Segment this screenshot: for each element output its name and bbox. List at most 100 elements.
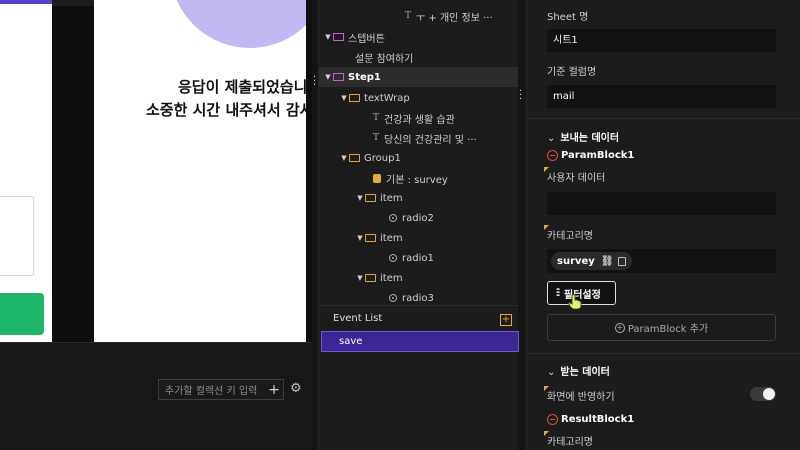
tree-item[interactable]: radio3 (319, 288, 518, 305)
base-column-label: 기준 컬럼명 (547, 67, 597, 78)
radio-icon (389, 294, 397, 302)
caret-down-icon[interactable]: ▼ (323, 73, 333, 81)
collection-key-placeholder: 추가할 컬렉션 키 입력 (165, 386, 258, 397)
tree-item-label: Step1 (348, 71, 381, 83)
tree-item[interactable]: ▼ Group1 (319, 148, 518, 168)
send-data-section[interactable]: ⌄ 보내는 데이터 (547, 129, 619, 144)
result-block[interactable]: ResultBlock1 (547, 414, 634, 425)
tree-item[interactable]: ▼ textWrap (319, 88, 518, 108)
param-block[interactable]: ParamBlock1 (547, 150, 634, 161)
toggle-knob (763, 388, 775, 400)
category-chip-label: survey (557, 255, 595, 267)
tree-item-label: 스텝버튼 (348, 33, 385, 45)
tree-item-selected[interactable]: ▼ Step1 (319, 67, 518, 87)
tree-item-label: radio3 (402, 292, 434, 304)
preview-submit-button[interactable] (0, 293, 44, 335)
preview-gap-bar (52, 0, 94, 6)
divider (527, 118, 800, 119)
tree-item-label: 기본 : survey (386, 174, 448, 186)
tree-item[interactable]: radio1 (319, 248, 518, 268)
text-icon: T (405, 11, 412, 21)
tree-item[interactable]: T 건강과 생활 습관 (319, 108, 518, 128)
folder-icon (349, 94, 360, 102)
hand-cursor-icon (568, 294, 582, 310)
category-field[interactable]: survey ⛓ (547, 249, 776, 273)
resize-handle-right-icon[interactable]: · · · (519, 87, 523, 105)
category-chip[interactable]: survey ⛓ (551, 252, 632, 270)
unlink-icon[interactable]: ⛓ (601, 256, 614, 267)
caret-down-icon[interactable]: ▼ (355, 194, 365, 202)
text-icon: T (373, 113, 380, 123)
tree-item[interactable]: T ㅜ + 개인 정보 ··· (319, 6, 518, 26)
tree-item[interactable]: ▼ 스텝버튼 (319, 27, 518, 47)
folder-icon (365, 234, 376, 242)
user-data-label: 사용자 데이터 (547, 173, 606, 184)
preview-gap (52, 0, 94, 342)
preview-input-box[interactable] (0, 196, 34, 276)
sheet-name-label: Sheet 명 (547, 12, 589, 23)
preview-gap-right (306, 0, 312, 342)
preview-illustration-circle (170, 0, 306, 48)
remove-circle-icon[interactable] (547, 414, 558, 425)
tree-item-label: textWrap (364, 92, 410, 104)
add-event-icon[interactable]: + (500, 314, 512, 326)
receive-data-title: 받는 데이터 (560, 367, 610, 378)
tree-item-label: 건강과 생활 습관 (384, 114, 455, 126)
gear-icon[interactable]: ⚙ (290, 381, 302, 396)
tree-item-label: 설문 참여하기 (355, 53, 414, 65)
event-list-panel: Event List + save (318, 305, 519, 450)
preview-heading-line2: 소중한 시간 내주셔서 감사 (146, 101, 306, 119)
folder-icon (365, 194, 376, 202)
tree-item[interactable]: ▼ item (319, 268, 518, 288)
tree-item[interactable]: 설문 참여하기 (319, 47, 518, 67)
preview-heading-line1: 응답이 제출되었습니 (178, 78, 306, 96)
reflect-on-screen-toggle[interactable] (750, 387, 776, 401)
param-block-name: ParamBlock1 (561, 150, 635, 161)
result-block-name: ResultBlock1 (561, 414, 635, 425)
chevron-down-icon: ⌄ (547, 367, 556, 378)
tree-item[interactable]: T 당신의 건강관리 및 ··· (319, 128, 518, 148)
tree-item-label: ㅜ + 개인 정보 ··· (416, 12, 493, 24)
resize-handle-left-icon[interactable]: · · · (313, 73, 317, 91)
preview-screen-left[interactable] (0, 0, 52, 342)
send-data-title: 보내는 데이터 (560, 133, 620, 144)
preview-accent-bar (0, 0, 52, 4)
user-data-field[interactable] (547, 192, 776, 215)
layer-tree-panel: T ㅜ + 개인 정보 ··· ▼ 스텝버튼 설문 참여하기 ▼ Step1 ▼… (318, 0, 518, 305)
caret-down-icon[interactable]: ▼ (355, 274, 365, 282)
add-param-block-label: ParamBlock 추가 (627, 324, 709, 335)
caret-down-icon[interactable]: ▼ (355, 234, 365, 242)
tree-item-label: radio2 (402, 212, 434, 224)
radio-icon (389, 214, 397, 222)
chevron-down-icon: ⌄ (547, 133, 556, 144)
caret-down-icon[interactable]: ▼ (323, 33, 333, 41)
folder-icon (349, 154, 360, 162)
category-label-2: 카테고리명 (547, 437, 593, 448)
base-column-field[interactable]: mail (547, 85, 776, 108)
tree-item[interactable]: ▼ item (319, 188, 518, 208)
caret-down-icon[interactable]: ▼ (339, 94, 349, 102)
receive-data-section[interactable]: ⌄ 받는 데이터 (547, 363, 610, 378)
add-param-block-button[interactable]: + ParamBlock 추가 (547, 314, 776, 341)
event-item-save[interactable]: save (321, 331, 519, 352)
tree-item-label: 당신의 건강관리 및 ··· (384, 134, 477, 146)
remove-circle-icon[interactable] (547, 150, 558, 161)
sheet-name-field[interactable]: 시트1 (547, 29, 776, 52)
collection-key-input[interactable]: 추가할 컬렉션 키 입력 + (158, 379, 284, 400)
tree-item[interactable]: 기본 : survey (319, 168, 518, 188)
tree-item[interactable]: ▼ item (319, 228, 518, 248)
caret-down-icon[interactable]: ▼ (339, 154, 349, 162)
reflect-on-screen-label: 화면에 반영하기 (547, 392, 615, 403)
add-collection-icon[interactable]: + (265, 382, 283, 398)
copy-icon[interactable] (617, 256, 626, 266)
tree-item-label: item (380, 272, 403, 284)
preview-screen-main[interactable]: 응답이 제출되었습니 소중한 시간 내주셔서 감사 (94, 0, 306, 342)
step-folder-icon (333, 73, 344, 81)
folder-icon (365, 274, 376, 282)
sliders-icon: ⫶⫶ (556, 287, 560, 299)
event-list-title: Event List (333, 313, 383, 324)
radio-icon (389, 254, 397, 262)
data-icon (373, 173, 381, 183)
tree-item[interactable]: radio2 (319, 208, 518, 228)
tree-item-label: radio1 (402, 252, 434, 264)
